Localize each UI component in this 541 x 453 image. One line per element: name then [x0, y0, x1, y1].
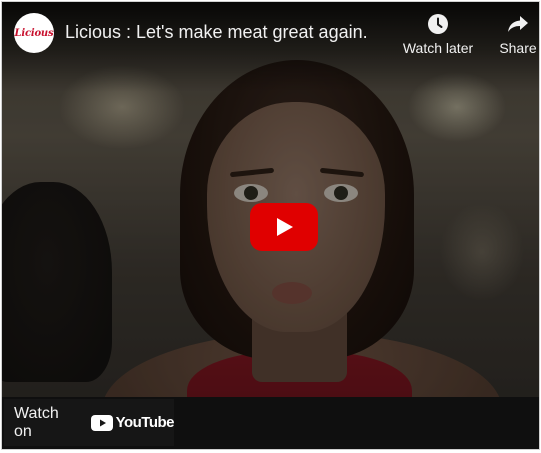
- share-label: Share: [499, 40, 537, 56]
- video-player[interactable]: Licious Licious : Let's make meat great …: [1, 1, 540, 450]
- share-button[interactable]: Share: [496, 12, 539, 56]
- watch-later-button[interactable]: Watch later: [401, 12, 475, 56]
- clock-icon: [428, 14, 448, 34]
- youtube-wordmark: YouTube: [115, 414, 175, 431]
- youtube-play-logo-icon: [90, 414, 113, 431]
- youtube-logo: YouTube: [90, 414, 175, 431]
- channel-logo-text: Licious: [14, 27, 54, 39]
- watch-on-youtube-button[interactable]: Watch on YouTube: [4, 399, 175, 446]
- watch-on-label: Watch on: [14, 404, 59, 440]
- play-icon: [277, 218, 293, 236]
- watch-later-label: Watch later: [402, 40, 474, 56]
- video-title[interactable]: Licious : Let's make meat great again.: [65, 22, 368, 43]
- channel-avatar[interactable]: Licious: [14, 13, 54, 53]
- play-button[interactable]: [250, 203, 318, 251]
- share-arrow-icon: [508, 16, 528, 32]
